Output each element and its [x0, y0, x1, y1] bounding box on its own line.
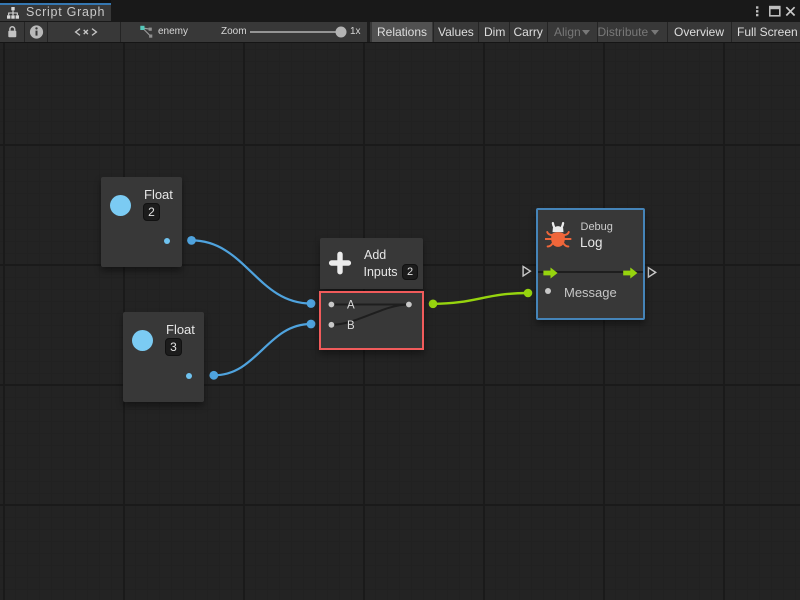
- svg-text:A: A: [347, 299, 355, 311]
- svg-text:B: B: [347, 320, 355, 332]
